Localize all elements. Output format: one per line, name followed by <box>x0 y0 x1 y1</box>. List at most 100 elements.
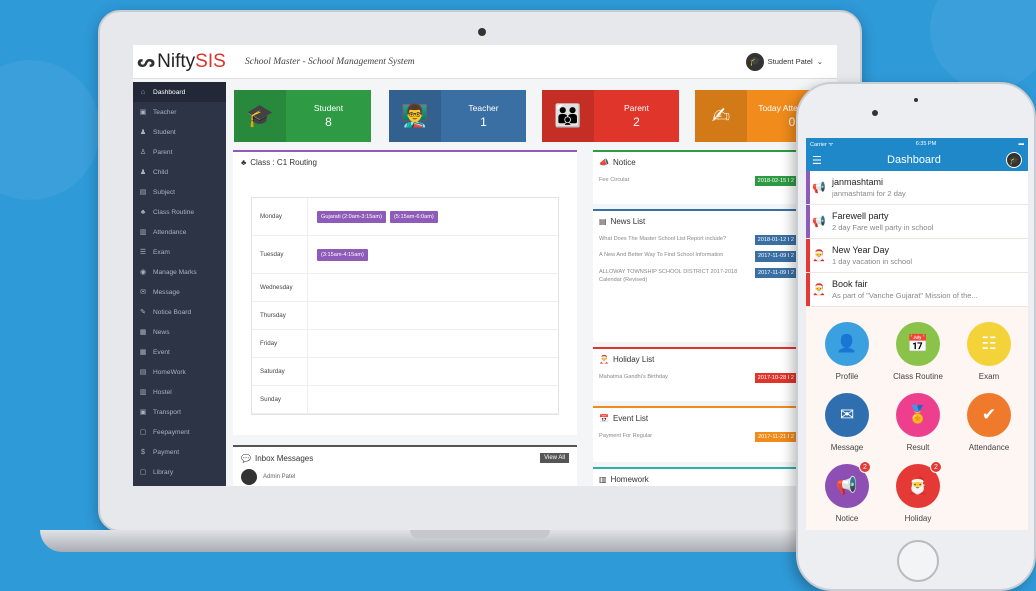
event-text: Payment For Regular <box>599 433 653 439</box>
hamburger-menu-icon[interactable]: ☰ <box>812 154 822 167</box>
tile-message[interactable]: ✉ Message <box>810 393 884 452</box>
sidebar-item-label: Library <box>153 468 174 476</box>
phone-home-button[interactable] <box>897 540 939 582</box>
tile-label: Result <box>906 443 930 452</box>
sidebar-item-label: Manage Marks <box>153 268 197 276</box>
sidebar-item-subject[interactable]: ▤ Subject <box>133 182 226 202</box>
sidebar-icon: ✉ <box>140 289 146 296</box>
notification-item[interactable]: 📢 Farewell party 2 day Fare well party in … <box>806 205 1028 239</box>
news-item[interactable]: ALLOWAY TOWNSHIP SCHOOL DISTRICT 2017-20… <box>593 265 803 288</box>
sidebar-item-library[interactable]: ▢ Library <box>133 462 226 482</box>
routine-day: Saturday <box>252 358 308 385</box>
sidebar-item-message[interactable]: ✉ Message <box>133 282 226 302</box>
sidebar-item-event[interactable]: ▦ Event <box>133 342 226 362</box>
tile-class-routine[interactable]: 📅 Class Routine <box>881 322 955 381</box>
routine-slot[interactable]: (3:15am-4:15am) <box>317 248 368 261</box>
tile-label: Class Routine <box>893 372 943 381</box>
sidebar-item-dashboard[interactable]: ⌂ Dashboard <box>133 82 226 102</box>
routine-day: Tuesday <box>252 236 308 273</box>
notification-item[interactable]: 🎅 Book fair As part of "Vanche Gujarat" Mi… <box>806 273 1028 307</box>
inbox-title: Inbox Messages <box>254 453 314 463</box>
app-header: ᔕ Nifty SIS School Master - School Manage… <box>133 45 837 79</box>
news-date: 2017-11-09 I 2 <box>755 267 797 279</box>
sidebar-item-parent[interactable]: ♙ Parent <box>133 142 226 162</box>
notification-accent <box>806 273 810 306</box>
phone-camera <box>872 110 878 116</box>
sidebar-item-payment[interactable]: $ Payment <box>133 442 226 462</box>
homework-panel: ▥ Homework <box>593 467 803 486</box>
stat-card-student[interactable]: 🎓 Student 8 <box>234 90 371 142</box>
sidebar-item-child[interactable]: ♟ Child <box>133 162 226 182</box>
stat-label: Student <box>313 103 344 113</box>
sidebar-item-transport[interactable]: ▣ Transport <box>133 402 226 422</box>
sidebar-item-student[interactable]: ♟ Student <box>133 122 226 142</box>
sidebar-item-feepayment[interactable]: ▢ Feepayment <box>133 422 226 442</box>
tile-exam[interactable]: ☷ Exam <box>952 322 1026 381</box>
holiday-date: 2017-10-28 I 2 <box>754 373 797 384</box>
notice-item[interactable]: Fee Circular 2018-02-15 I 2 <box>593 173 803 189</box>
holiday-item[interactable]: Mahatma Gandhi's Birthday 2017-10-28 I 2 <box>593 370 803 386</box>
app-logo[interactable]: ᔕ Nifty SIS <box>133 51 233 73</box>
tile-holiday[interactable]: 🎅 2 Holiday <box>881 461 955 523</box>
tile-glyph: 🏅 <box>907 405 929 424</box>
newspaper-icon: ▤ <box>599 217 607 226</box>
inbox-title-wrap: 💬 Inbox Messages <box>241 454 313 463</box>
tile-glyph: 📅 <box>907 334 929 353</box>
sidebar-item-news[interactable]: ▦ News <box>133 322 226 342</box>
event-item[interactable]: Payment For Regular 2017-11-21 I 2 <box>593 429 803 445</box>
sidebar-item-label: Child <box>153 168 169 176</box>
notice-header: 📣 Notice <box>593 152 803 173</box>
stat-text: Teacher 1 <box>441 90 526 142</box>
sidebar-item-label: Payment <box>153 448 180 456</box>
tile-profile[interactable]: 👤 Profile <box>810 322 884 381</box>
stat-card-teacher[interactable]: 👨‍🏫 Teacher 1 <box>389 90 526 142</box>
sidebar-item-label: Attendance <box>153 228 187 236</box>
sidebar-item-manage-marks[interactable]: ◉ Manage Marks <box>133 262 226 282</box>
view-all-button[interactable]: View All <box>540 453 569 463</box>
news-item[interactable]: A New And Better Way To Find School Info… <box>593 248 803 264</box>
sidebar-item-notice-board[interactable]: ✎ Notice Board <box>133 302 226 322</box>
news-panel: ▤ News List What Does The Master School L… <box>593 209 803 342</box>
tile-label: Notice <box>835 514 859 523</box>
sender-name: Admin Patel <box>263 474 296 480</box>
sidebar-item-attendance[interactable]: ▥ Attendance <box>133 222 226 242</box>
tile-notice[interactable]: 📢 2 Notice <box>810 461 884 523</box>
routine-slot[interactable]: Gujarati (2:0am-3:15am) <box>317 210 386 223</box>
holiday-title: Holiday List <box>612 355 655 364</box>
tile-icon: 📢 2 <box>825 461 871 508</box>
stat-card-parent[interactable]: 👪 Parent 2 <box>542 90 679 142</box>
tile-result[interactable]: 🏅 Result <box>881 393 955 452</box>
event-date: 2017-11-21 I 2 <box>755 432 797 443</box>
chevron-down-icon: ⌄ <box>816 57 823 66</box>
user-menu[interactable]: 🎓 Student Patel ⌄ <box>745 52 823 71</box>
news-date: 2017-11-09 I 2 <box>755 251 797 262</box>
tile-label: Attendance <box>968 443 1010 452</box>
sidebar-item-label: News <box>153 328 170 336</box>
tile-attendance[interactable]: ✔ Attendance <box>952 393 1026 452</box>
sidebar-item-teacher[interactable]: ▣ Teacher <box>133 102 226 122</box>
notification-subtitle: As part of "Vanche Gujarat" Mission of t… <box>832 291 978 300</box>
routine-slot[interactable]: (5:15am-6:0am) <box>389 210 438 223</box>
stat-value: 1 <box>480 115 487 129</box>
news-header: ▤ News List <box>593 211 803 232</box>
santa-hat-icon: 🎅 <box>599 355 609 364</box>
sidebar-icon: $ <box>141 448 145 456</box>
sidebar-item-label: Exam <box>153 248 170 256</box>
notice-text: Fee Circular <box>599 177 630 183</box>
notification-text: janmashtami janmashtami for 2 day <box>832 177 906 198</box>
sidebar-item-label: Parent <box>153 148 173 156</box>
notification-item[interactable]: 🎅 New Year Day 1 day vacation in school <box>806 239 1028 273</box>
news-item[interactable]: What Does The Master School List Report … <box>593 232 803 248</box>
notification-item[interactable]: 📢 janmashtami janmashtami for 2 day <box>806 171 1028 205</box>
routine-row: Friday <box>252 330 558 358</box>
sidebar-item-exam[interactable]: ☰ Exam <box>133 242 226 262</box>
sidebar-item-hostel[interactable]: ▥ Hostel <box>133 382 226 402</box>
sidebar-item-homework[interactable]: ▤ HomeWork <box>133 362 226 382</box>
phone-avatar[interactable]: 🎓 <box>1006 152 1022 168</box>
notification-title: Farewell party <box>832 211 889 221</box>
news-text: What Does The Master School List Report … <box>599 236 727 242</box>
sidebar-item-label: Teacher <box>153 108 177 116</box>
sidebar-item-class-routine[interactable]: ♣ Class Routine <box>133 202 226 222</box>
sidebar-icon: ☰ <box>139 249 147 256</box>
inbox-item[interactable]: Admin Patel <box>233 469 577 485</box>
